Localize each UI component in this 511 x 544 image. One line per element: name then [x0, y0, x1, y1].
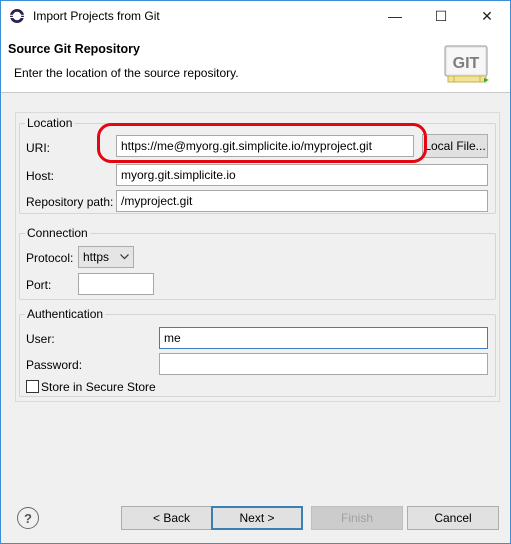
port-input[interactable]: [78, 273, 154, 295]
help-icon[interactable]: ?: [17, 507, 39, 529]
minimize-icon: —: [388, 8, 402, 24]
page-description: Enter the location of the source reposit…: [14, 66, 239, 80]
back-button[interactable]: < Back: [121, 506, 222, 530]
password-label: Password:: [26, 358, 83, 372]
location-legend: Location: [27, 116, 73, 130]
repository-path-label: Repository path:: [26, 195, 114, 209]
page-title: Source Git Repository: [8, 42, 140, 56]
git-logo-text: GIT: [453, 55, 480, 72]
minimize-button[interactable]: —: [372, 1, 418, 31]
store-secure-label: Store in Secure Store: [41, 380, 156, 394]
store-secure-checkbox[interactable]: [26, 380, 39, 393]
dialog-window: Import Projects from Git — ☐ ✕ Source Gi…: [0, 0, 511, 544]
maximize-button[interactable]: ☐: [418, 1, 464, 31]
host-input[interactable]: myorg.git.simplicite.io: [116, 164, 488, 186]
chevron-down-icon: [120, 254, 129, 260]
maximize-icon: ☐: [434, 7, 448, 24]
finish-button[interactable]: Finish: [311, 506, 403, 530]
git-logo-icon: GIT: [444, 45, 489, 83]
cancel-button[interactable]: Cancel: [407, 506, 499, 530]
password-input[interactable]: [159, 353, 488, 375]
close-button[interactable]: ✕: [464, 1, 510, 31]
authentication-legend: Authentication: [27, 307, 104, 321]
eclipse-icon: [10, 9, 24, 23]
host-label: Host:: [26, 169, 55, 183]
protocol-label: Protocol:: [26, 251, 74, 265]
connection-legend: Connection: [27, 226, 88, 240]
user-label: User:: [26, 332, 55, 346]
title-bar: Import Projects from Git — ☐ ✕: [1, 1, 510, 31]
protocol-value: https: [83, 250, 110, 264]
close-icon: ✕: [481, 7, 493, 24]
repository-path-input[interactable]: /myproject.git: [116, 190, 488, 212]
port-label: Port:: [26, 278, 52, 292]
wizard-header: Source Git Repository Enter the location…: [1, 31, 510, 93]
user-input[interactable]: me: [159, 327, 488, 349]
uri-input[interactable]: https://me@myorg.git.simplicite.io/mypro…: [116, 135, 414, 157]
next-button[interactable]: Next >: [211, 506, 303, 530]
protocol-select[interactable]: https: [78, 246, 134, 268]
window-title: Import Projects from Git: [33, 9, 160, 23]
uri-label: URI:: [26, 141, 50, 155]
local-file-button[interactable]: Local File...: [422, 134, 488, 158]
wizard-body: Location URI: https://me@myorg.git.simpl…: [1, 94, 510, 543]
